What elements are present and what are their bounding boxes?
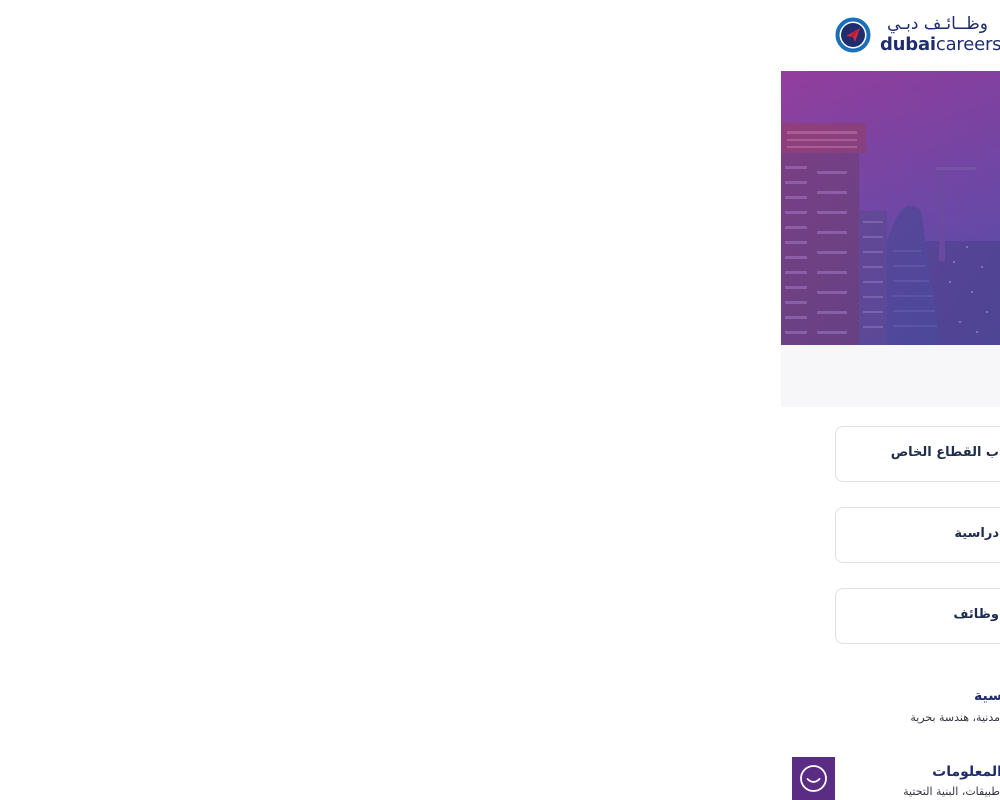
sector-desc-engineering: مدنية، هندسة بحرية bbox=[910, 711, 1000, 724]
logo-careers-word: careers bbox=[935, 34, 1000, 55]
page: وظــائـف دبـي dubaicareers ب القطاع الخا… bbox=[0, 0, 1000, 800]
hero-banner-image bbox=[781, 71, 1000, 345]
dubai-careers-logo[interactable]: وظــائـف دبـي dubaicareers bbox=[835, 14, 1000, 58]
quick-link-jobs[interactable]: وظائف bbox=[835, 588, 1000, 644]
sector-desc-it: طبيقات، البنية التحتية bbox=[903, 785, 1000, 798]
logo-dubai-word: dubai bbox=[880, 34, 936, 55]
quick-link-label: ب القطاع الخاص bbox=[890, 445, 999, 460]
sector-title-it[interactable]: المعلومات bbox=[932, 764, 1000, 780]
paper-plane-icon bbox=[835, 17, 871, 53]
quick-link-label: وظائف bbox=[953, 607, 999, 622]
chat-button[interactable] bbox=[792, 757, 835, 800]
logo-arabic-text: وظــائـف دبـي bbox=[886, 14, 988, 34]
logo-english-text: dubaicareers bbox=[880, 34, 1000, 56]
quick-link-label: دراسية bbox=[954, 526, 999, 541]
sector-title-engineering[interactable]: سية bbox=[974, 688, 1000, 704]
chat-smile-icon bbox=[800, 765, 827, 792]
dubai-skyline-photo bbox=[781, 71, 1000, 345]
hero-caption-area bbox=[781, 345, 1000, 407]
quick-link-study[interactable]: دراسية bbox=[835, 507, 1000, 563]
quick-link-private-sector[interactable]: ب القطاع الخاص bbox=[835, 426, 1000, 482]
